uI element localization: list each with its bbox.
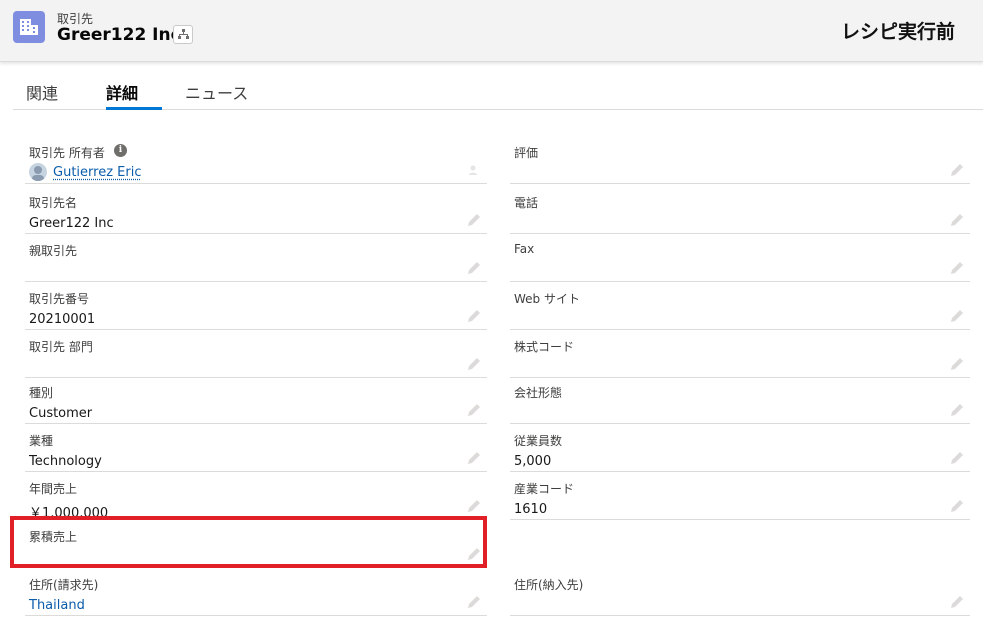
field-label: 取引先名 — [29, 196, 78, 210]
change-owner-icon[interactable] — [467, 163, 481, 177]
pencil-edit-icon[interactable] — [950, 163, 964, 177]
pencil-edit-icon[interactable] — [467, 261, 481, 275]
field-sic-code: 産業コード 1610 — [510, 472, 970, 520]
field-ticker: 株式コード — [510, 330, 970, 378]
field-value: 1610 — [514, 502, 548, 517]
record-tabs: 関連 詳細 ニュース — [13, 70, 983, 110]
field-label: Fax — [514, 242, 535, 256]
hierarchy-icon — [178, 29, 189, 39]
field-label: 電話 — [514, 196, 539, 210]
info-icon[interactable]: i — [114, 144, 127, 157]
field-phone: 電話 — [510, 186, 970, 234]
owner-value: Gutierrez Eric — [29, 163, 141, 181]
field-label: 会社形態 — [514, 386, 563, 400]
field-fax: Fax — [510, 234, 970, 282]
billing-address-link[interactable]: Thailand — [29, 598, 85, 613]
field-label: 年間売上 — [29, 482, 78, 496]
account-building-icon — [13, 11, 45, 43]
record-title: Greer122 Inc — [57, 25, 181, 45]
field-employees: 従業員数 5,000 — [510, 424, 970, 472]
field-owner: 取引先 所有者 i Gutierrez Eric — [25, 136, 487, 184]
active-tab-indicator — [106, 107, 162, 110]
field-value: 20210001 — [29, 312, 96, 327]
pencil-edit-icon[interactable] — [950, 309, 964, 323]
tab-related[interactable]: 関連 — [26, 80, 58, 111]
pencil-edit-icon[interactable] — [467, 595, 481, 609]
field-account-number: 取引先番号 20210001 — [25, 282, 487, 330]
owner-link[interactable]: Gutierrez Eric — [53, 165, 141, 180]
field-label: 株式コード — [514, 340, 575, 354]
pencil-edit-icon[interactable] — [950, 499, 964, 513]
field-value: Greer122 Inc — [29, 216, 114, 231]
field-annual-revenue: 年間売上 ￥1,000,000 — [25, 472, 487, 521]
pencil-edit-icon[interactable] — [467, 357, 481, 371]
highlight-box — [10, 516, 487, 568]
field-label: Web サイト — [514, 292, 580, 306]
field-industry: 業種 Technology — [25, 424, 487, 472]
field-division: 取引先 部門 — [25, 330, 487, 378]
field-billing-address: 住所(請求先) Thailand — [25, 568, 487, 616]
pencil-edit-icon[interactable] — [950, 403, 964, 417]
field-value: 5,000 — [514, 454, 552, 469]
field-label: 業種 — [29, 434, 54, 448]
pencil-edit-icon[interactable] — [950, 213, 964, 227]
field-type: 種別 Customer — [25, 376, 487, 424]
field-value: Customer — [29, 406, 93, 421]
pencil-edit-icon[interactable] — [950, 261, 964, 275]
pencil-edit-icon[interactable] — [467, 451, 481, 465]
pencil-edit-icon[interactable] — [950, 357, 964, 371]
field-shipping-address: 住所(納入先) — [510, 568, 970, 616]
pencil-edit-icon[interactable] — [950, 451, 964, 465]
pencil-edit-icon[interactable] — [467, 213, 481, 227]
record-header: 取引先 Greer122 Inc レシピ実行前 — [0, 0, 983, 62]
field-label: 取引先 部門 — [29, 340, 93, 354]
field-rating: 評価 — [510, 136, 970, 184]
pencil-edit-icon[interactable] — [467, 309, 481, 323]
field-label: 従業員数 — [514, 434, 563, 448]
field-parent-account: 親取引先 — [25, 234, 487, 282]
field-account-name: 取引先名 Greer122 Inc — [25, 186, 487, 234]
field-label: 評価 — [514, 146, 539, 160]
field-label: 住所(納入先) — [514, 578, 584, 592]
field-label: 産業コード — [514, 482, 575, 496]
pencil-edit-icon[interactable] — [467, 499, 481, 513]
field-value: Technology — [29, 454, 102, 469]
avatar — [29, 163, 47, 181]
field-label: 親取引先 — [29, 244, 78, 258]
field-label: 種別 — [29, 386, 54, 400]
field-label: 住所(請求先) — [29, 578, 99, 592]
view-hierarchy-button[interactable] — [173, 25, 193, 44]
banner-title: レシピ実行前 — [840, 21, 955, 43]
pencil-edit-icon[interactable] — [950, 595, 964, 609]
field-label: 取引先番号 — [29, 292, 90, 306]
tab-news[interactable]: ニュース — [185, 80, 248, 111]
field-label: 取引先 所有者 — [29, 146, 105, 160]
field-ownership: 会社形態 — [510, 376, 970, 424]
field-website: Web サイト — [510, 282, 970, 330]
pencil-edit-icon[interactable] — [467, 403, 481, 417]
